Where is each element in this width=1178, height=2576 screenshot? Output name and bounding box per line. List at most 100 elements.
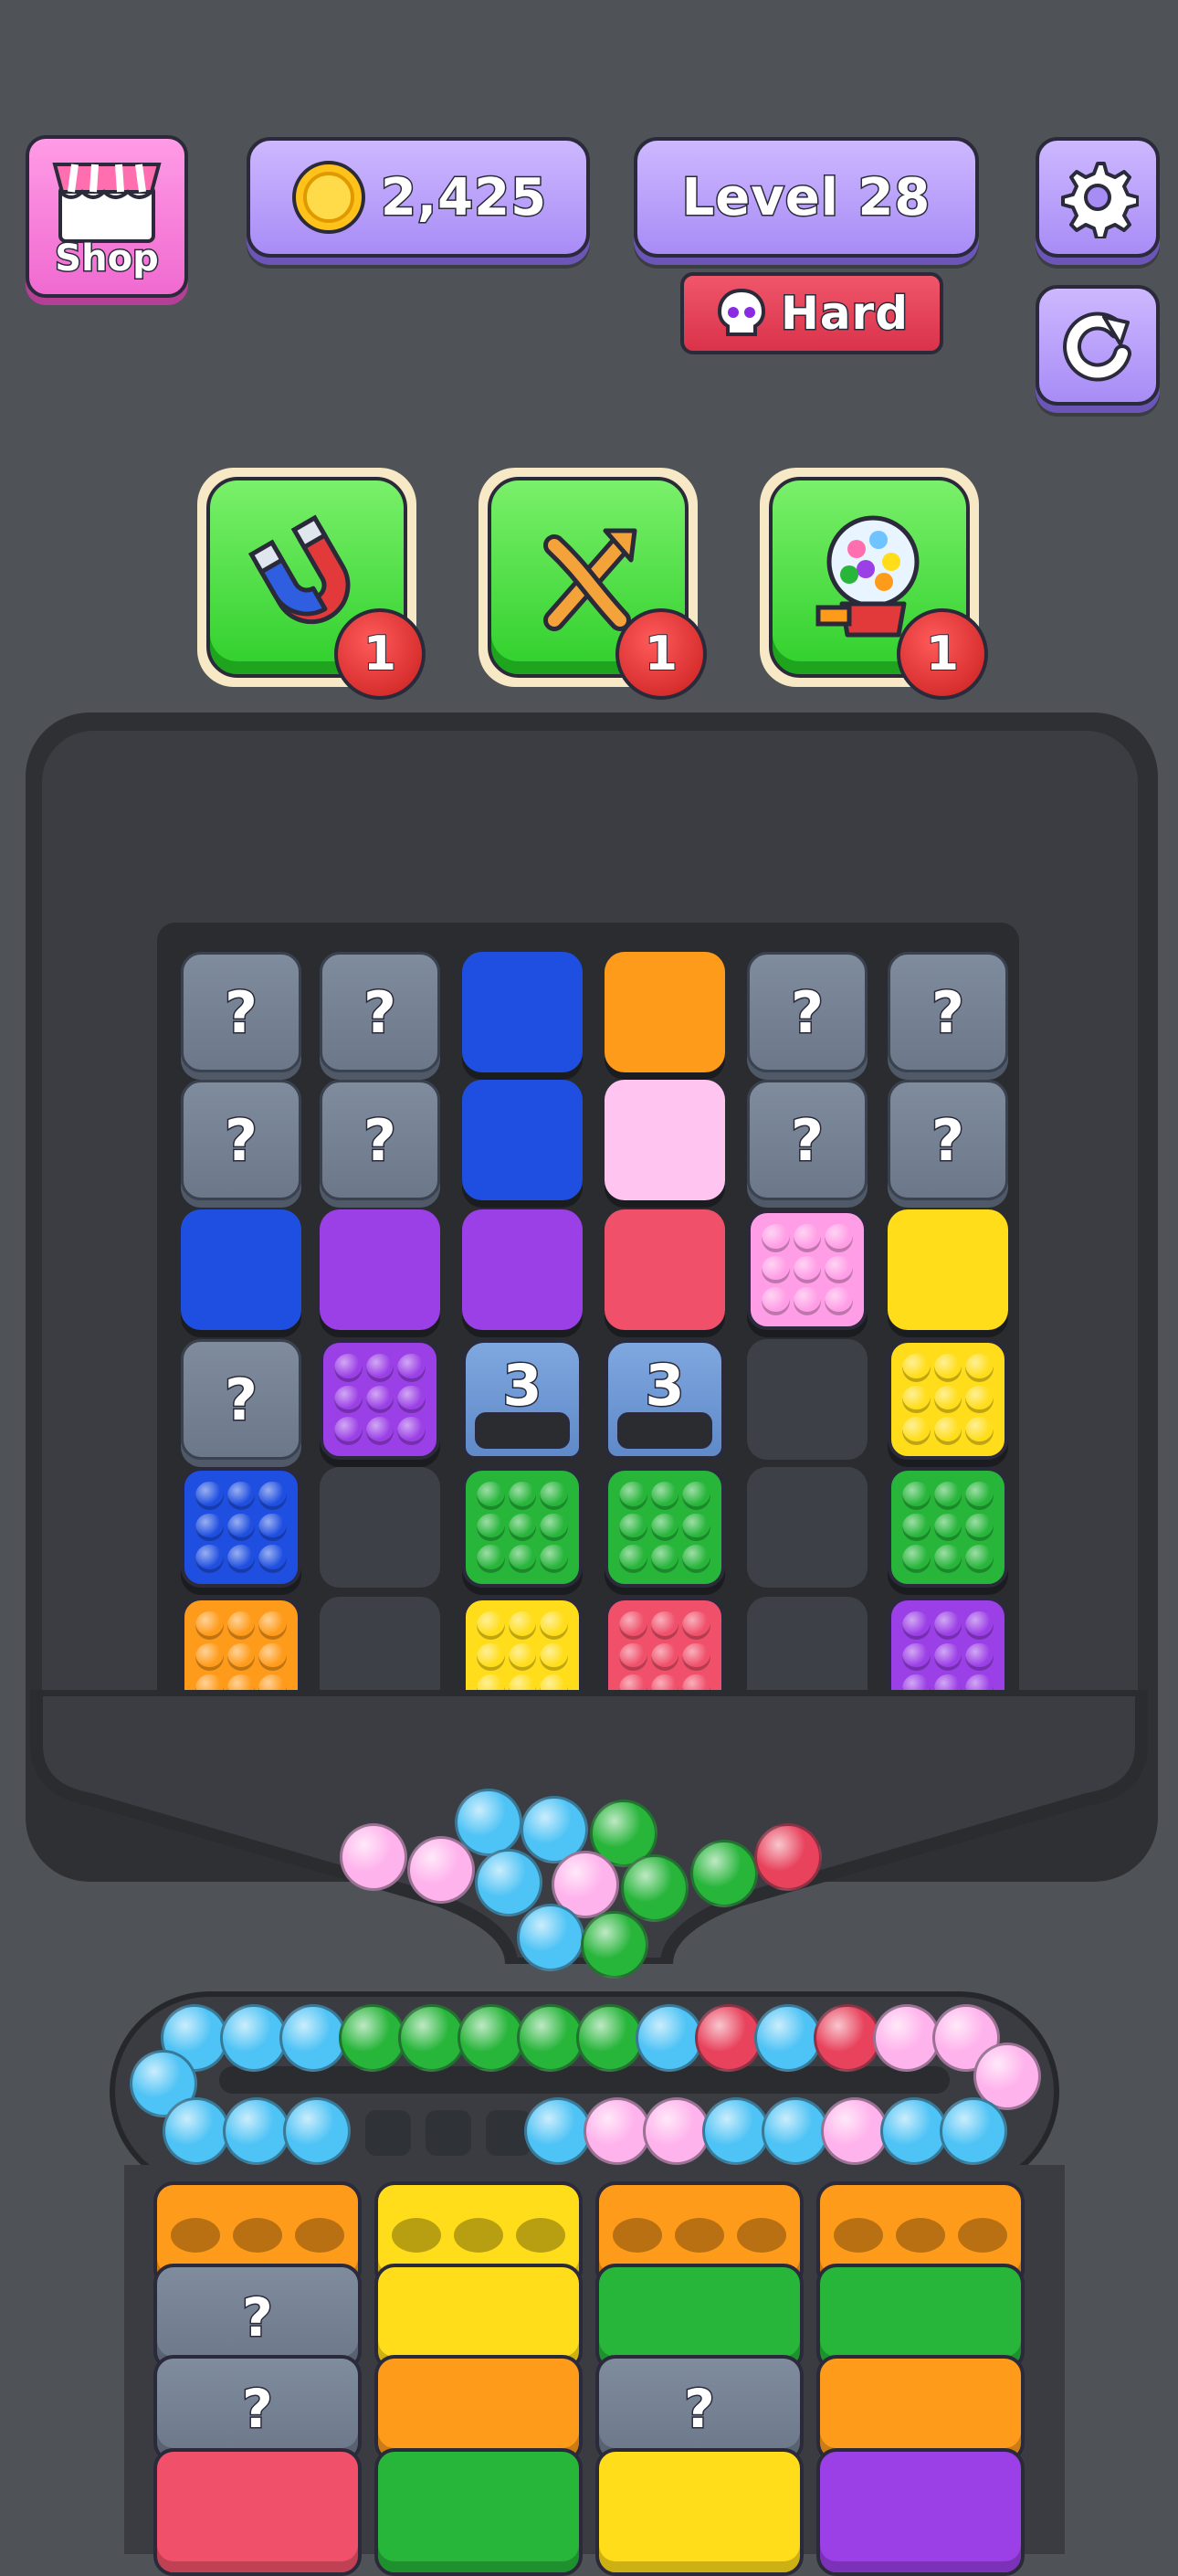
- mystery-tile[interactable]: ?: [888, 1080, 1008, 1200]
- purple-block-tile[interactable]: [462, 1209, 583, 1330]
- tunnel-tile[interactable]: 3: [462, 1339, 583, 1460]
- pink-marble: [873, 2004, 941, 2072]
- settings-button[interactable]: [1036, 137, 1160, 258]
- red-collector-box: [153, 2448, 362, 2576]
- green-marble: [621, 1854, 689, 1922]
- marble-hole: [675, 2218, 724, 2253]
- green-marble: [458, 2004, 525, 2072]
- pink-marble: [584, 2097, 651, 2165]
- orange-block-tile[interactable]: [605, 952, 725, 1072]
- mystery-tile[interactable]: ?: [747, 1080, 868, 1200]
- cyan-marble: [636, 2004, 703, 2072]
- marble-hole: [958, 2218, 1007, 2253]
- red-marble: [695, 2004, 763, 2072]
- green-marble: [517, 2004, 584, 2072]
- blue-block-tile[interactable]: [462, 952, 583, 1072]
- yellow-block-tile[interactable]: [888, 1209, 1008, 1330]
- pink-marble: [643, 2097, 710, 2165]
- gear-icon: [1061, 162, 1139, 238]
- cyan-marble: [475, 1849, 542, 1916]
- cyan-marble: [517, 1904, 584, 1971]
- mystery-mark: ?: [363, 1105, 398, 1175]
- coin-amount: 2,425: [379, 166, 548, 228]
- cyan-marble: [163, 2097, 230, 2165]
- blue-marble-crate[interactable]: [181, 1467, 301, 1588]
- mystery-tile[interactable]: ?: [181, 1080, 301, 1200]
- green-marble-crate[interactable]: [605, 1467, 725, 1588]
- cyan-marble: [702, 2097, 770, 2165]
- mystery-mark: ?: [790, 977, 826, 1047]
- tile-board: ????????? 3 3: [157, 923, 1019, 1726]
- tunnel-count: 3: [644, 1351, 686, 1420]
- orange-collector-box: [816, 2355, 1025, 2463]
- marble-hole: [171, 2218, 220, 2253]
- mystery-mark: ?: [683, 2377, 717, 2442]
- cyan-marble: [220, 2004, 288, 2072]
- shop-label: Shop: [54, 237, 160, 281]
- cyan-marble: [762, 2097, 829, 2165]
- mystery-tile[interactable]: ?: [181, 952, 301, 1072]
- mystery-mark: ?: [224, 1365, 259, 1434]
- marble-hole: [516, 2218, 565, 2253]
- marble-hole: [737, 2218, 786, 2253]
- purple-block-tile[interactable]: [320, 1209, 440, 1330]
- mystery-mark: ?: [363, 977, 398, 1047]
- yellow-marble-crate[interactable]: [888, 1339, 1008, 1460]
- marble-hole: [834, 2218, 883, 2253]
- level-display: Level 28: [634, 137, 979, 258]
- shuffle-icon: [543, 528, 637, 631]
- green-marble: [690, 1840, 758, 1907]
- empty-cell: [320, 1467, 440, 1588]
- red-marble: [814, 2004, 881, 2072]
- blue-block-tile[interactable]: [462, 1080, 583, 1200]
- pink-marble-crate[interactable]: [747, 1209, 868, 1330]
- mystery-collector-box: ?: [153, 2355, 362, 2463]
- blue-block-tile[interactable]: [181, 1209, 301, 1330]
- green-marble-crate[interactable]: [888, 1467, 1008, 1588]
- cyan-marble: [880, 2097, 948, 2165]
- green-collector-box: [374, 2448, 583, 2576]
- tunnel-count: 3: [501, 1351, 543, 1420]
- marble-hole: [613, 2218, 662, 2253]
- difficulty-badge: Hard: [680, 272, 943, 354]
- mystery-tile[interactable]: ?: [181, 1339, 301, 1460]
- mystery-tile[interactable]: ?: [320, 1080, 440, 1200]
- shuffle-booster-button[interactable]: 1: [479, 468, 707, 700]
- marble-hole: [295, 2218, 344, 2253]
- green-marble-crate[interactable]: [462, 1467, 583, 1588]
- pink-marble: [407, 1836, 475, 1904]
- mystery-tile[interactable]: ?: [320, 952, 440, 1072]
- skull-icon: [717, 288, 765, 336]
- magnet-booster-button[interactable]: 1: [197, 468, 426, 700]
- cyan-marble: [279, 2004, 347, 2072]
- mystery-tile[interactable]: ?: [888, 952, 1008, 1072]
- gumball-booster-button[interactable]: 1: [760, 468, 988, 700]
- purple-collector-box: [816, 2448, 1025, 2576]
- conveyor-slot: [365, 2110, 411, 2156]
- coin-icon: [291, 161, 365, 234]
- purple-marble-crate[interactable]: [320, 1339, 440, 1460]
- green-marble: [576, 2004, 644, 2072]
- magnet-booster-count: 1: [334, 608, 426, 700]
- green-marble: [398, 2004, 466, 2072]
- tunnel-tile[interactable]: 3: [605, 1339, 725, 1460]
- cyan-marble: [524, 2097, 592, 2165]
- light-pink-block-tile[interactable]: [605, 1080, 725, 1200]
- mystery-mark: ?: [224, 977, 259, 1047]
- empty-cell: [747, 1467, 868, 1588]
- green-marble: [581, 1911, 648, 1979]
- gumball-booster-count: 1: [897, 608, 988, 700]
- mystery-collector-box: ?: [595, 2355, 804, 2463]
- mystery-mark: ?: [241, 2377, 275, 2442]
- cyan-marble: [223, 2097, 290, 2165]
- yellow-collector-box: [595, 2448, 804, 2576]
- shop-button[interactable]: Shop: [26, 135, 188, 298]
- orange-collector-box: [374, 2355, 583, 2463]
- mystery-tile[interactable]: ?: [747, 952, 868, 1072]
- restart-button[interactable]: [1036, 285, 1160, 406]
- restart-icon: [1063, 311, 1131, 382]
- mystery-mark: ?: [224, 1105, 259, 1175]
- red-block-tile[interactable]: [605, 1209, 725, 1330]
- difficulty-label: Hard: [779, 286, 910, 342]
- mystery-mark: ?: [931, 977, 966, 1047]
